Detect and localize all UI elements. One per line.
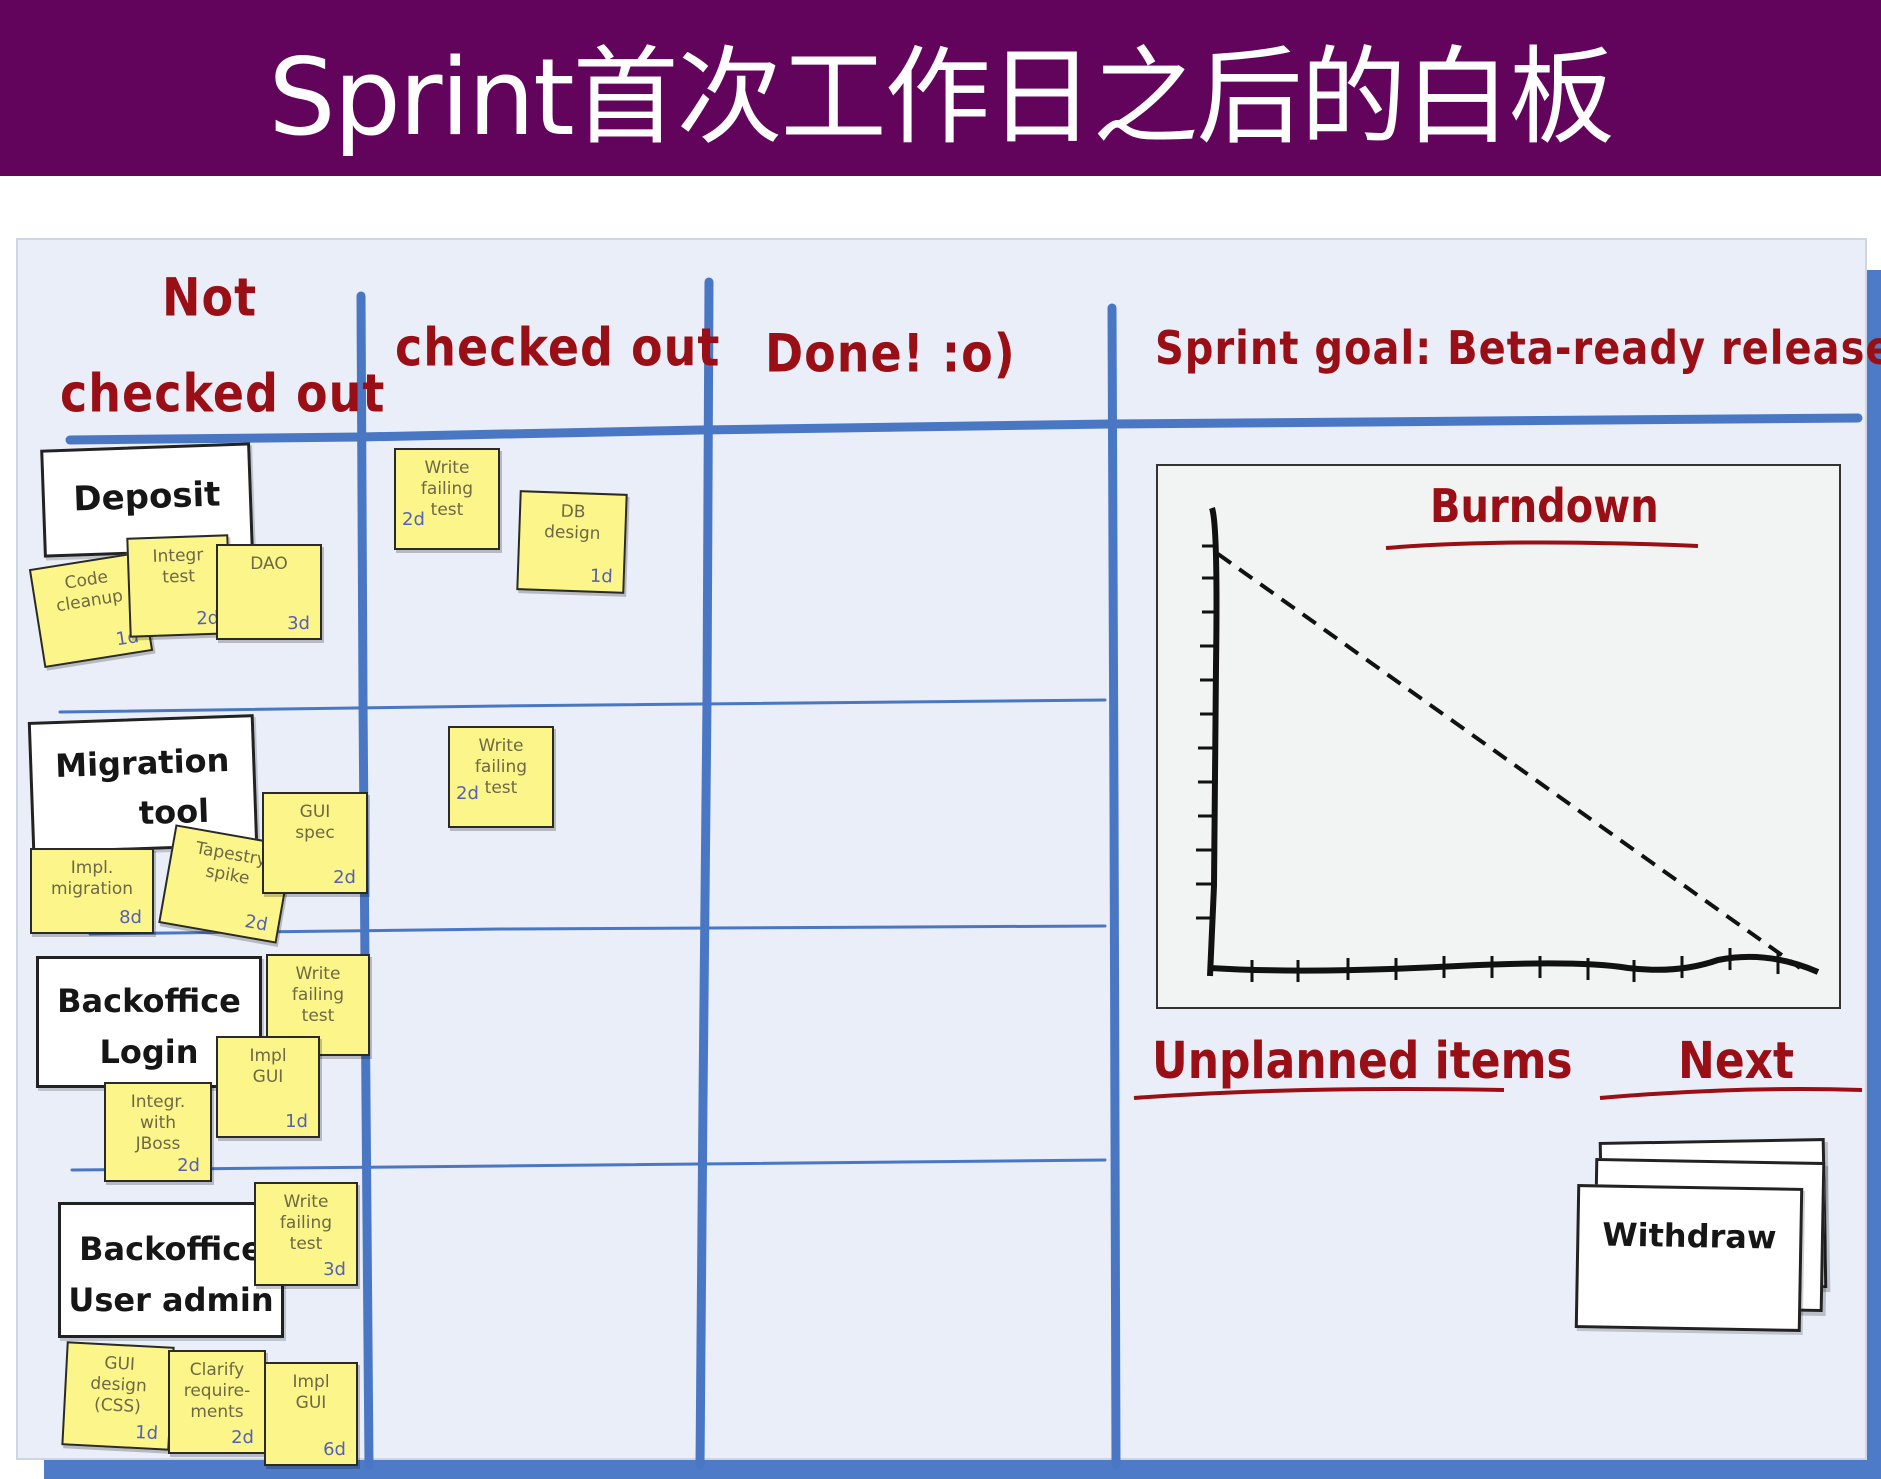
unplanned-underline — [1133, 1087, 1505, 1100]
next-card-withdraw: Withdraw — [1574, 1184, 1804, 1332]
next-card-title: Withdraw — [1601, 1215, 1777, 1257]
next-underline — [1599, 1087, 1863, 1100]
